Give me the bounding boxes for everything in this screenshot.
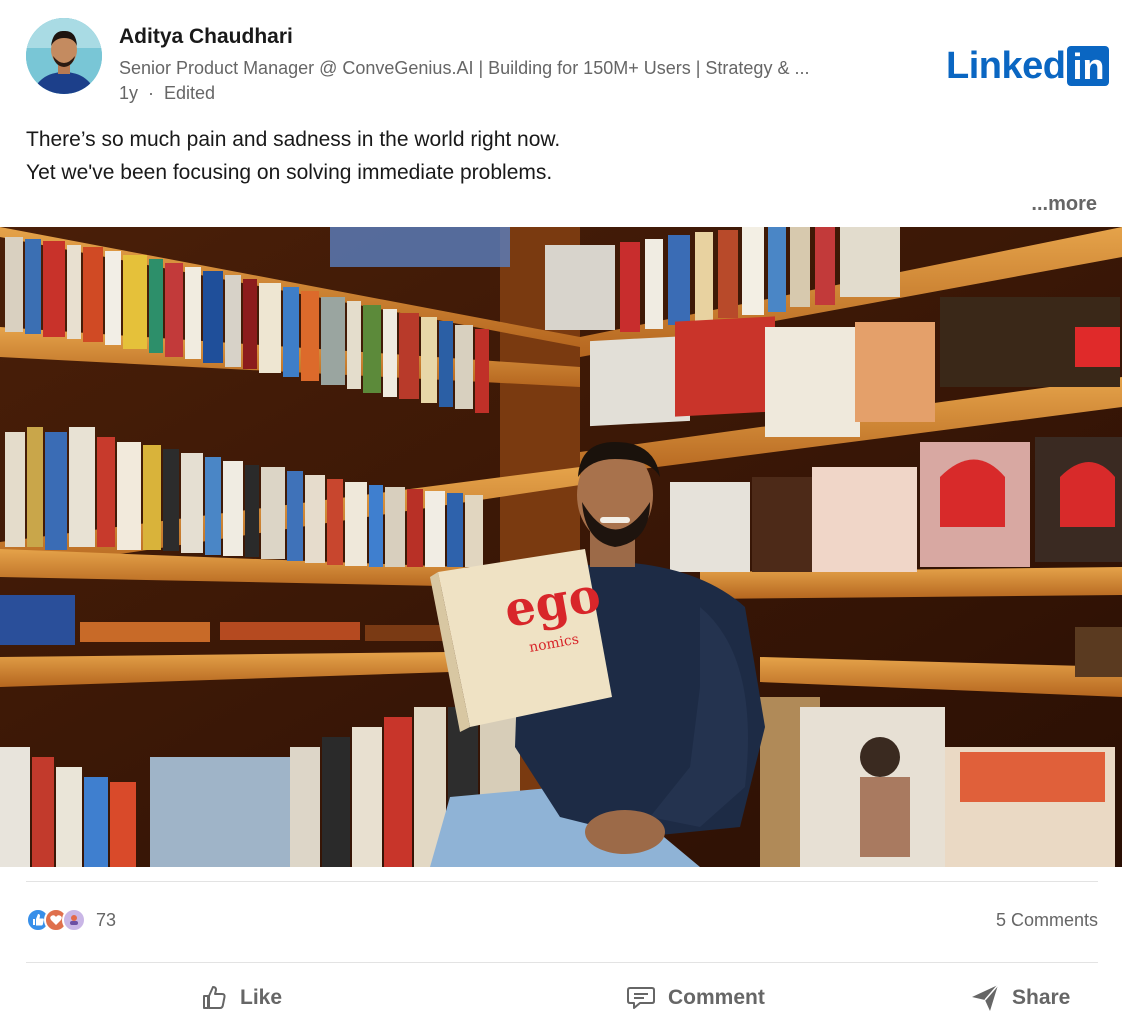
comment-icon: [627, 987, 655, 1009]
meta-separator: ·: [148, 83, 155, 103]
author-headline: Senior Product Manager @ ConveGenius.AI …: [119, 58, 810, 78]
author-avatar[interactable]: [26, 18, 102, 94]
post-text-line: Yet we've been focusing on solving immed…: [26, 161, 553, 184]
share-icon: [972, 984, 999, 1011]
edited-label: Edited: [164, 83, 216, 103]
comment-label: Comment: [668, 986, 765, 1009]
post-text-line: There’s so much pain and sadness in the …: [26, 128, 561, 151]
like-button[interactable]: Like: [200, 970, 282, 1026]
comment-button[interactable]: Comment: [626, 970, 765, 1026]
share-button[interactable]: Share: [970, 970, 1070, 1026]
logo-in-box: in: [1067, 46, 1110, 87]
share-label: Share: [1012, 986, 1071, 1009]
support-icon: [62, 908, 86, 932]
see-more-link[interactable]: ...more: [1031, 193, 1097, 216]
post-meta: 1y · Edited: [119, 83, 215, 104]
post-time: 1y: [119, 83, 139, 103]
post-image[interactable]: ego nomics: [0, 227, 1122, 867]
post-card: Aditya Chaudhari Senior Product Manager …: [0, 0, 1122, 1032]
action-bar: Like Comment Share: [0, 970, 1122, 1026]
like-label: Like: [240, 986, 283, 1009]
comments-count[interactable]: 5 Comments: [996, 910, 1098, 931]
reaction-count: 73: [96, 909, 117, 930]
post-text: There’s so much pain and sadness in the …: [26, 123, 560, 189]
logo-wordmark: Linked: [946, 45, 1066, 87]
author-name[interactable]: Aditya Chaudhari: [119, 25, 293, 49]
linkedin-logo: Linked in: [946, 45, 1110, 87]
divider: [26, 881, 1098, 882]
reactions-summary[interactable]: 73: [26, 908, 116, 932]
bookstore-photo: ego nomics: [0, 227, 1122, 867]
thumbs-up-icon: [203, 986, 226, 1009]
divider: [26, 962, 1098, 963]
